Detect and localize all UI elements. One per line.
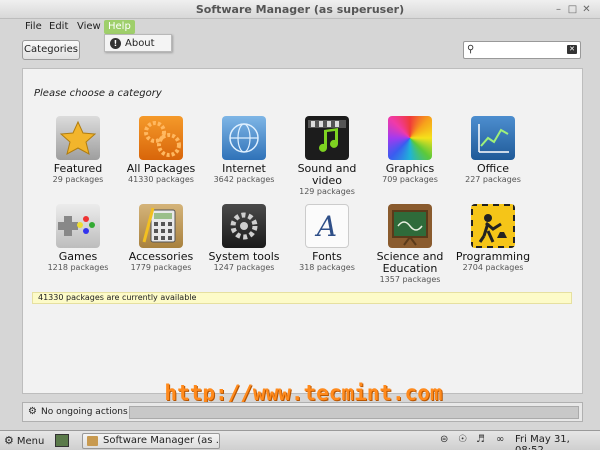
category-games[interactable]: Games 1218 packages xyxy=(37,204,119,273)
category-name: Internet xyxy=(222,162,266,175)
title-bar[interactable]: Software Manager (as superuser) – □ ✕ xyxy=(0,0,600,19)
menu-bar: File Edit View Help xyxy=(0,19,600,36)
category-name: Games xyxy=(58,250,98,263)
window-title: Software Manager (as superuser) xyxy=(195,3,405,16)
network-icon[interactable]: ⊜ xyxy=(440,434,448,445)
category-name: Accessories xyxy=(128,250,194,263)
menu-help[interactable]: Help xyxy=(104,20,135,34)
gamepad-icon xyxy=(56,204,100,248)
category-office[interactable]: Office 227 packages xyxy=(452,116,534,185)
chalkboard-icon xyxy=(388,204,432,248)
category-name: Graphics xyxy=(385,162,435,175)
globe-icon xyxy=(222,116,266,160)
category-name: Fonts xyxy=(312,250,342,263)
category-name: Featured xyxy=(53,162,103,175)
category-featured[interactable]: Featured 29 packages xyxy=(37,116,119,185)
chart-icon xyxy=(471,116,515,160)
category-name: Sound and video xyxy=(297,162,357,187)
taskbar-window-button[interactable]: Software Manager (as ... xyxy=(82,433,220,449)
star-icon xyxy=(56,116,100,160)
category-count: 129 packages xyxy=(299,187,355,196)
search-box: ⚲ ✕ xyxy=(463,41,581,59)
start-menu-button[interactable]: ⚙ Menu xyxy=(4,434,44,447)
font-icon: A xyxy=(305,204,349,248)
category-name: System tools xyxy=(208,250,280,263)
clock[interactable]: Fri May 31, 08:52 xyxy=(515,434,600,450)
shield-icon[interactable]: ☉ xyxy=(458,434,467,445)
toolbar: Categories ⚲ ✕ xyxy=(0,36,600,64)
software-manager-icon xyxy=(87,436,98,446)
category-count: 709 packages xyxy=(382,175,438,184)
show-desktop-icon[interactable] xyxy=(55,434,69,447)
clear-search-icon[interactable]: ✕ xyxy=(567,45,577,54)
menu-file[interactable]: File xyxy=(25,21,42,32)
category-name: Office xyxy=(476,162,510,175)
menu-edit[interactable]: Edit xyxy=(49,21,68,32)
close-icon[interactable]: ✕ xyxy=(580,3,593,16)
category-count: 227 packages xyxy=(465,175,521,184)
availability-note: 41330 packages are currently available xyxy=(32,292,572,304)
categories-button[interactable]: Categories xyxy=(22,40,80,60)
media-icon xyxy=(305,116,349,160)
status-bar: ⚙ No ongoing actions xyxy=(22,402,583,422)
task-label: Software Manager (as ... xyxy=(103,435,220,446)
category-sound-and-video[interactable]: Sound and video 129 packages xyxy=(286,116,368,197)
connection-icon[interactable]: ∞ xyxy=(496,434,504,445)
taskbar: ⚙ Menu Software Manager (as ... ⊜ ☉ ♬ ∞ F… xyxy=(0,430,600,450)
volume-icon[interactable]: ♬ xyxy=(476,434,485,445)
category-prompt: Please choose a category xyxy=(34,88,162,99)
maximize-icon[interactable]: □ xyxy=(566,3,579,16)
category-panel: Please choose a category Featured 29 pac… xyxy=(22,68,583,405)
category-all-packages[interactable]: All Packages 41330 packages xyxy=(120,116,202,185)
category-count: 1779 packages xyxy=(130,263,192,272)
menu-view[interactable]: View xyxy=(77,21,101,32)
category-system-tools[interactable]: System tools 1247 packages xyxy=(203,204,285,273)
category-science-and-education[interactable]: Science and Education 1357 packages xyxy=(369,204,451,285)
software-manager-window: Software Manager (as superuser) – □ ✕ Fi… xyxy=(0,0,600,430)
category-count: 29 packages xyxy=(52,175,104,184)
category-count: 318 packages xyxy=(299,263,355,272)
category-accessories[interactable]: Accessories 1779 packages xyxy=(120,204,202,273)
category-count: 1247 packages xyxy=(213,263,275,272)
svg-text:A: A xyxy=(314,210,337,243)
mint-menu-icon: ⚙ xyxy=(4,434,14,447)
category-internet[interactable]: Internet 3642 packages xyxy=(203,116,285,185)
category-count: 3642 packages xyxy=(213,175,275,184)
category-count: 41330 packages xyxy=(128,175,194,184)
category-name: All Packages xyxy=(126,162,196,175)
minimize-icon[interactable]: – xyxy=(552,3,565,16)
category-count: 1357 packages xyxy=(379,275,441,284)
construction-icon xyxy=(471,204,515,248)
gear-icon: ⚙ xyxy=(28,406,37,417)
category-graphics[interactable]: Graphics 709 packages xyxy=(369,116,451,185)
progress-bar xyxy=(129,406,579,419)
color-wheel-icon xyxy=(388,116,432,160)
status-text: No ongoing actions xyxy=(41,407,128,417)
menu-label: Menu xyxy=(16,436,45,447)
search-input[interactable] xyxy=(480,43,566,57)
calculator-icon xyxy=(139,204,183,248)
category-name: Science and Education xyxy=(376,250,444,275)
category-fonts[interactable]: A Fonts 318 packages xyxy=(286,204,368,273)
category-programming[interactable]: Programming 2704 packages xyxy=(452,204,534,273)
category-name: Programming xyxy=(455,250,531,263)
category-count: 1218 packages xyxy=(47,263,109,272)
system-gear-icon xyxy=(222,204,266,248)
gears-icon xyxy=(139,116,183,160)
category-count: 2704 packages xyxy=(462,263,524,272)
search-icon: ⚲ xyxy=(467,44,475,55)
